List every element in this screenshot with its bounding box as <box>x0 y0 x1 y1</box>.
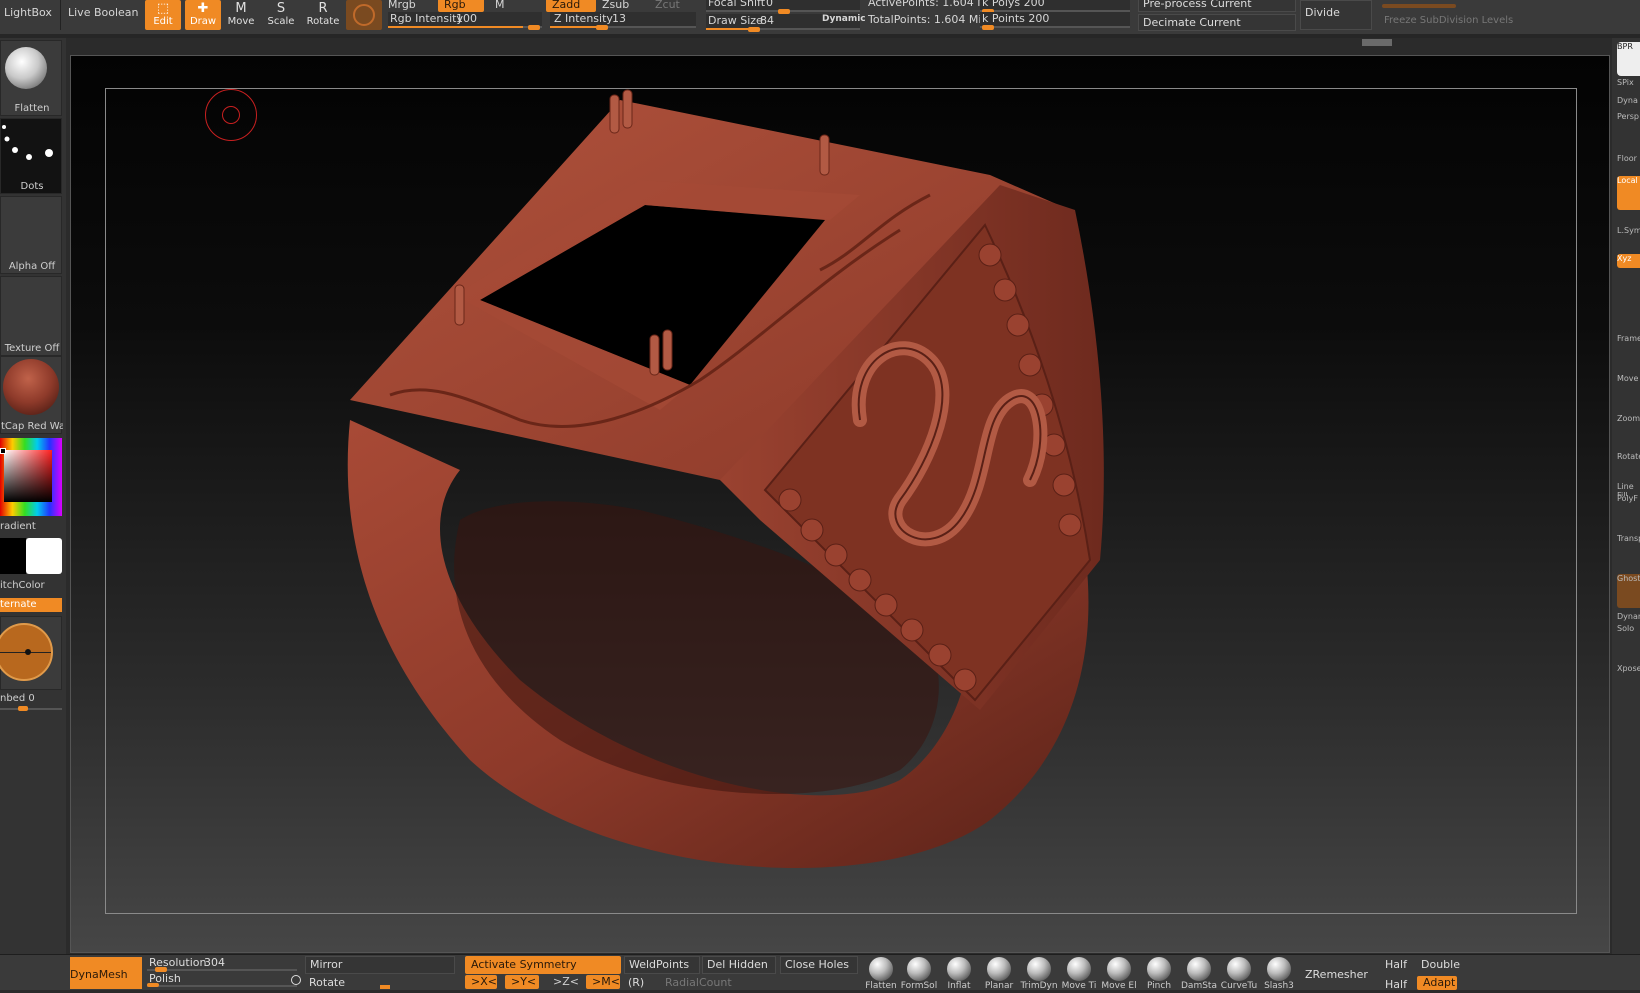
brush-label: FormSol <box>900 981 938 991</box>
brush-label: Pinch <box>1146 981 1172 991</box>
brush-sphere-icon <box>947 957 971 981</box>
brush-sphere-icon <box>1227 957 1251 981</box>
half-target-button[interactable]: Half <box>1385 978 1407 991</box>
brush-label: Move El <box>1101 981 1137 991</box>
brush-label: Flatten <box>865 981 897 991</box>
brush-slot-curvetube[interactable]: CurveTu <box>1220 957 1258 991</box>
weldpoints-button[interactable]: WeldPoints <box>624 956 700 974</box>
brush-slot-inflate[interactable]: Inflat <box>940 957 978 991</box>
polish-slider[interactable] <box>147 983 297 987</box>
polish-toggle-icon[interactable] <box>291 975 301 985</box>
close-holes-button[interactable]: Close Holes <box>780 956 858 974</box>
xyz-button[interactable]: Xyz <box>1617 254 1640 268</box>
radial-r-button[interactable]: (R) <box>628 976 644 989</box>
local-button[interactable]: Local <box>1617 176 1640 210</box>
dynamesh-button[interactable]: DynaMesh <box>70 957 142 989</box>
brush-sphere-icon <box>1027 957 1051 981</box>
brush-sphere-icon <box>1067 957 1091 981</box>
right-shelf: BPR SPix Dyna Persp Floor Local L.Sym Xy… <box>1612 38 1640 978</box>
ghost-button[interactable]: Ghost <box>1617 574 1640 608</box>
ring-model[interactable] <box>0 0 1640 989</box>
brush-slot-flatten[interactable]: Flatten <box>862 957 900 991</box>
symmetry-z-button[interactable]: >Z< <box>547 975 581 989</box>
brush-sphere-icon <box>1107 957 1131 981</box>
symmetry-y-button[interactable]: >Y< <box>505 975 539 989</box>
brush-sphere-icon <box>987 957 1011 981</box>
brush-sphere-icon <box>907 957 931 981</box>
symmetry-x-button[interactable]: >X< <box>465 975 497 989</box>
rotate-mirror-label: Rotate <box>309 976 346 989</box>
brush-sphere-icon <box>1267 957 1291 981</box>
bpr-button[interactable]: BPR <box>1617 42 1640 76</box>
zremesher-button[interactable]: ZRemesher <box>1305 968 1368 981</box>
frame-button[interactable]: Frame <box>1617 334 1640 368</box>
brush-slot-planar[interactable]: Planar <box>980 957 1018 991</box>
rotate-view-button[interactable]: Rotate <box>1617 452 1640 486</box>
persp-button[interactable]: Persp <box>1617 112 1640 146</box>
brush-label: TrimDyn <box>1020 981 1058 991</box>
brush-sphere-icon <box>1147 957 1171 981</box>
symmetry-m-button[interactable]: >M< <box>586 975 620 989</box>
brush-label: Move Ti <box>1061 981 1097 991</box>
brush-label: Inflat <box>947 981 971 991</box>
brush-sphere-icon <box>869 957 893 981</box>
brush-slot-formsoft[interactable]: FormSol <box>900 957 938 991</box>
del-hidden-button[interactable]: Del Hidden <box>702 956 776 974</box>
brush-slot-moveelastic[interactable]: Move El <box>1100 957 1138 991</box>
zoom3d-button[interactable]: Zoom3D <box>1617 414 1640 448</box>
brush-sphere-icon <box>1187 957 1211 981</box>
rotate-mirror-slider[interactable] <box>380 985 390 989</box>
resolution-value: 304 <box>204 956 225 969</box>
brush-slot-slash3[interactable]: Slash3 <box>1260 957 1298 991</box>
brush-label: Planar <box>984 981 1014 991</box>
brush-slot-trimdynamic[interactable]: TrimDyn <box>1020 957 1058 991</box>
brush-slot-pinch[interactable]: Pinch <box>1140 957 1178 991</box>
double-button[interactable]: Double <box>1421 958 1460 971</box>
mirror-button[interactable]: Mirror <box>305 956 455 974</box>
half-button[interactable]: Half <box>1385 958 1407 971</box>
brush-label: DamSta <box>1181 981 1217 991</box>
polyf-button[interactable]: PolyF <box>1617 494 1640 528</box>
dynamic-solo-label: Dynamic <box>1617 612 1640 621</box>
move-view-button[interactable]: Move <box>1617 374 1640 408</box>
resolution-slider[interactable] <box>147 967 297 972</box>
brush-slot-movetopological[interactable]: Move Ti <box>1060 957 1098 991</box>
transp-button[interactable]: Transp <box>1617 534 1640 568</box>
radialcount-slider[interactable]: RadialCount <box>665 976 732 989</box>
brush-label: Slash3 <box>1264 981 1294 991</box>
activate-symmetry-button[interactable]: Activate Symmetry <box>465 956 621 974</box>
adapt-button[interactable]: Adapt <box>1417 976 1457 990</box>
solo-button[interactable]: Solo <box>1617 624 1640 658</box>
brush-slot-damstandard[interactable]: DamSta <box>1180 957 1218 991</box>
brush-label: CurveTu <box>1220 981 1258 991</box>
xpose-button[interactable]: Xpose <box>1617 664 1640 698</box>
